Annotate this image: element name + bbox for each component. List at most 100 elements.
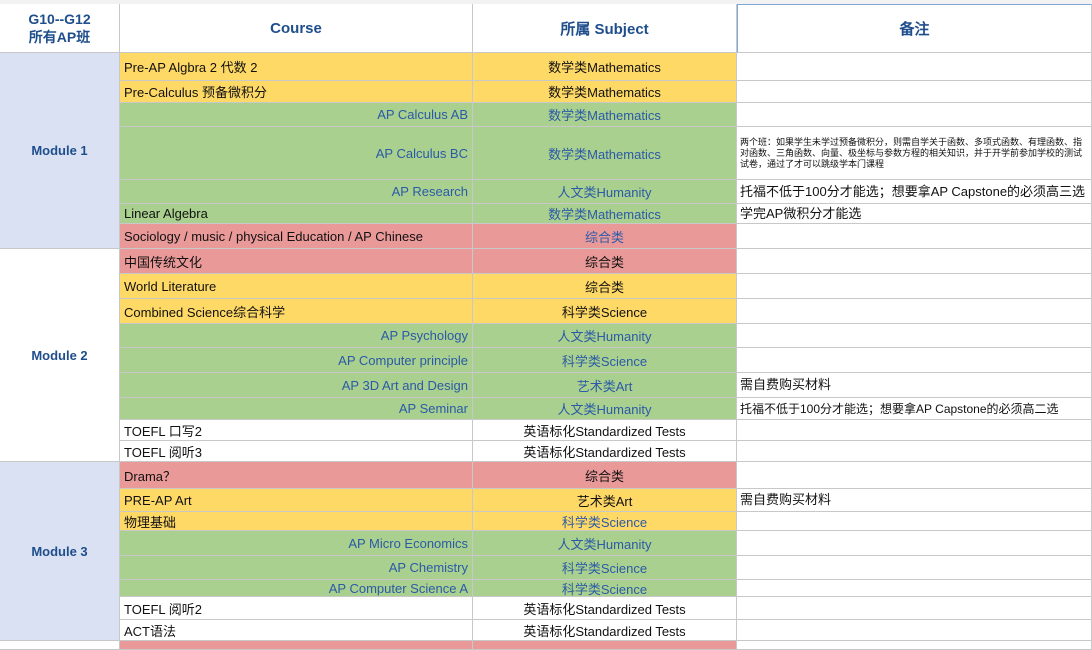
note-cell[interactable]: 需自费购买材料 xyxy=(737,489,1092,512)
course-cell[interactable]: PRE-AP Art xyxy=(120,489,473,512)
course-cell[interactable]: Drama？ xyxy=(120,462,473,489)
subject-cell[interactable]: 综合类 xyxy=(473,249,737,274)
course-name: TOEFL 阅听3 xyxy=(124,444,203,460)
note-cell[interactable]: 托福不低于100分才能选；想要拿AP Capstone的必须高三选 xyxy=(737,180,1092,204)
course-cell[interactable]: ACT语法 xyxy=(120,620,473,641)
subject-cell[interactable]: 英语标化Standardized Tests xyxy=(473,420,737,441)
subject-name: 科学类Science xyxy=(561,304,648,320)
subject-cell[interactable]: 英语标化Standardized Tests xyxy=(473,620,737,641)
subject-cell[interactable]: 数学类Mathematics xyxy=(473,103,737,127)
subject-cell[interactable]: 数学类Mathematics xyxy=(473,204,737,224)
course-cell[interactable]: Pre-Calculus 预备微积分 xyxy=(120,81,473,103)
course-cell[interactable]: Sociology / music / physical Education /… xyxy=(120,224,473,249)
course-cell[interactable]: Pre-AP Algbra 2 代数 2 xyxy=(120,53,473,81)
subject-name: 综合类 xyxy=(584,254,624,270)
course-cell[interactable]: AP Micro Economics xyxy=(120,531,473,556)
module-cell[interactable] xyxy=(0,641,120,650)
note-cell[interactable] xyxy=(737,103,1092,127)
subject-cell[interactable]: 艺术类Art xyxy=(473,489,737,512)
note-cell[interactable] xyxy=(737,81,1092,103)
subject-name: 数学类Mathematics xyxy=(548,60,661,75)
note-cell[interactable]: 需自费购买材料 xyxy=(737,373,1092,398)
note-cell[interactable] xyxy=(737,299,1092,324)
course-cell[interactable]: AP Chemistry xyxy=(120,556,473,580)
corner-header-cell[interactable]: G10--G12 所有AP班 xyxy=(0,4,120,53)
subject-cell[interactable]: 科学类Science xyxy=(473,556,737,580)
subject-cell[interactable]: 科学类Science xyxy=(473,299,737,324)
note-cell[interactable] xyxy=(737,620,1092,641)
note-text: 托福不低于100分才能选；想要拿AP Capstone的必须高三选 xyxy=(740,183,1086,199)
note-cell[interactable] xyxy=(737,53,1092,81)
subject-name: 英语标化Standardized Tests xyxy=(523,623,686,639)
note-cell[interactable] xyxy=(737,224,1092,249)
note-cell[interactable] xyxy=(737,531,1092,556)
subject-header-cell[interactable]: 所属 Subject xyxy=(473,4,737,53)
note-cell[interactable] xyxy=(737,580,1092,597)
note-cell[interactable]: 学完AP微积分才能选 xyxy=(737,204,1092,224)
module-cell[interactable]: Module 1 xyxy=(0,53,120,249)
subject-cell[interactable]: 综合类 xyxy=(473,462,737,489)
subject-name: 科学类Science xyxy=(561,561,648,576)
subject-cell[interactable]: 英语标化Standardized Tests xyxy=(473,441,737,462)
note-cell[interactable]: 两个班：如果学生未学过预备微积分，则需自学关于函数、多项式函数、有理函数、指对函… xyxy=(737,127,1092,180)
subject-cell[interactable]: 数学类Mathematics xyxy=(473,81,737,103)
course-cell[interactable]: TOEFL 阅听2 xyxy=(120,597,473,620)
subject-cell[interactable]: 人文类Humanity xyxy=(473,180,737,204)
subject-cell[interactable]: 英语标化Standardized Tests xyxy=(473,597,737,620)
note-text: 需自费购买材料 xyxy=(740,377,832,392)
subject-cell[interactable]: 科学类Science xyxy=(473,580,737,597)
note-text: 学完AP微积分才能选 xyxy=(740,205,862,221)
course-cell[interactable]: 物理基础 xyxy=(120,512,473,531)
course-name: AP Calculus BC xyxy=(375,145,468,161)
course-cell[interactable]: AP Research xyxy=(120,180,473,204)
course-cell[interactable]: 中国传统文化 xyxy=(120,249,473,274)
note-cell[interactable] xyxy=(737,249,1092,274)
course-cell[interactable]: AP Calculus AB xyxy=(120,103,473,127)
module-cell[interactable]: Module 3 xyxy=(0,462,120,641)
subject-cell[interactable]: 科学类Science xyxy=(473,512,737,531)
subject-cell[interactable]: 综合类 xyxy=(473,274,737,299)
course-cell[interactable]: AP Computer principle xyxy=(120,348,473,373)
module-cell[interactable]: Module 2 xyxy=(0,249,120,462)
course-cell[interactable]: AP Psychology xyxy=(120,324,473,348)
spreadsheet: G10--G12 所有AP班 Course 所属 Subject 备注 Pre-… xyxy=(0,0,1092,650)
course-header-cell[interactable]: Course xyxy=(120,4,473,53)
note-cell[interactable] xyxy=(737,441,1092,462)
note-cell[interactable] xyxy=(737,324,1092,348)
course-header-label: Course xyxy=(270,19,322,37)
course-cell[interactable] xyxy=(120,641,473,650)
course-cell[interactable]: Combined Science综合科学 xyxy=(120,299,473,324)
subject-cell[interactable]: 艺术类Art xyxy=(473,373,737,398)
subject-cell[interactable]: 人文类Humanity xyxy=(473,531,737,556)
course-name: ACT语法 xyxy=(124,623,177,639)
subject-cell[interactable]: 人文类Humanity xyxy=(473,398,737,420)
course-cell[interactable]: TOEFL 口写2 xyxy=(120,420,473,441)
subject-cell[interactable]: 科学类Science xyxy=(473,348,737,373)
course-cell[interactable]: AP Computer Science A xyxy=(120,580,473,597)
course-cell[interactable]: AP 3D Art and Design xyxy=(120,373,473,398)
course-name: AP Micro Economics xyxy=(348,535,468,551)
course-cell[interactable]: AP Seminar xyxy=(120,398,473,420)
subject-cell[interactable]: 人文类Humanity xyxy=(473,324,737,348)
note-cell[interactable] xyxy=(737,462,1092,489)
subject-name: 数学类Mathematics xyxy=(548,207,661,222)
note-cell[interactable] xyxy=(737,420,1092,441)
note-cell[interactable] xyxy=(737,556,1092,580)
course-cell[interactable]: TOEFL 阅听3 xyxy=(120,441,473,462)
course-cell[interactable]: Linear Algebra xyxy=(120,204,473,224)
subject-cell[interactable]: 数学类Mathematics xyxy=(473,53,737,81)
course-cell[interactable]: AP Calculus BC xyxy=(120,127,473,180)
note-cell[interactable] xyxy=(737,641,1092,650)
subject-cell[interactable] xyxy=(473,641,737,650)
subject-cell[interactable]: 数学类Mathematics xyxy=(473,127,737,180)
note-cell[interactable]: 托福不低于100分才能选；想要拿AP Capstone的必须高二选 xyxy=(737,398,1092,420)
course-name: TOEFL 口写2 xyxy=(124,423,203,439)
course-cell[interactable]: World Literature xyxy=(120,274,473,299)
course-name: AP 3D Art and Design xyxy=(341,377,468,393)
notes-header-cell[interactable]: 备注 xyxy=(737,4,1092,53)
note-cell[interactable] xyxy=(737,512,1092,531)
note-cell[interactable] xyxy=(737,597,1092,620)
subject-cell[interactable]: 综合类 xyxy=(473,224,737,249)
note-cell[interactable] xyxy=(737,348,1092,373)
note-cell[interactable] xyxy=(737,274,1092,299)
